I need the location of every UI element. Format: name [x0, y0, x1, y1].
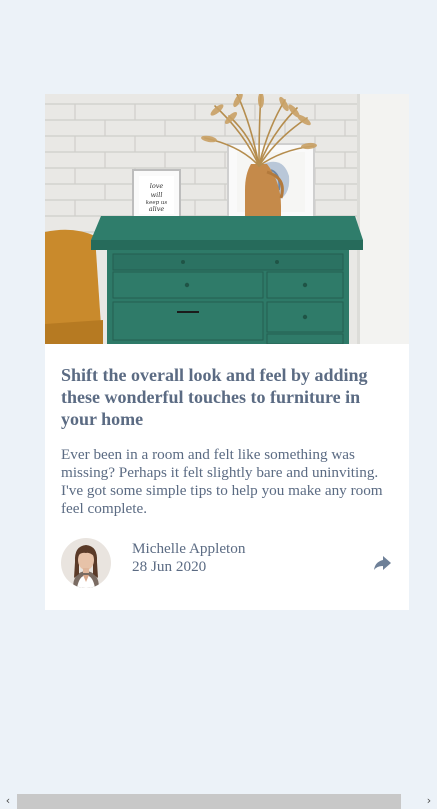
author-name: Michelle Appleton: [132, 540, 246, 557]
drawers-photo: love will keep us alive: [45, 94, 409, 344]
scroll-right-arrow[interactable]: ›: [423, 794, 435, 807]
article-image: love will keep us alive: [45, 94, 409, 344]
horizontal-scrollbar[interactable]: ‹ ›: [0, 792, 437, 809]
scroll-left-arrow[interactable]: ‹: [2, 794, 14, 807]
author-meta: Michelle Appleton 28 Jun 2020: [132, 540, 245, 576]
article-excerpt: Ever been in a room and felt like someth…: [61, 446, 383, 517]
author-avatar: [61, 538, 111, 588]
publish-date: 28 Jun 2020: [132, 558, 207, 575]
author-row: Michelle Appleton 28 Jun 2020: [61, 538, 393, 588]
article-title[interactable]: Shift the overall look and feel by addin…: [61, 364, 393, 430]
share-icon: [374, 556, 391, 570]
framed-art-text: love: [150, 182, 164, 190]
article-preview-card: love will keep us alive Shift the overal…: [45, 94, 409, 610]
article-content: Shift the overall look and feel by addin…: [45, 344, 409, 588]
page: love will keep us alive Shift the overal…: [0, 0, 437, 809]
svg-text:alive: alive: [149, 205, 165, 213]
svg-text:will: will: [151, 191, 163, 199]
share-button[interactable]: [371, 552, 393, 574]
scrollbar-thumb[interactable]: [17, 794, 401, 809]
